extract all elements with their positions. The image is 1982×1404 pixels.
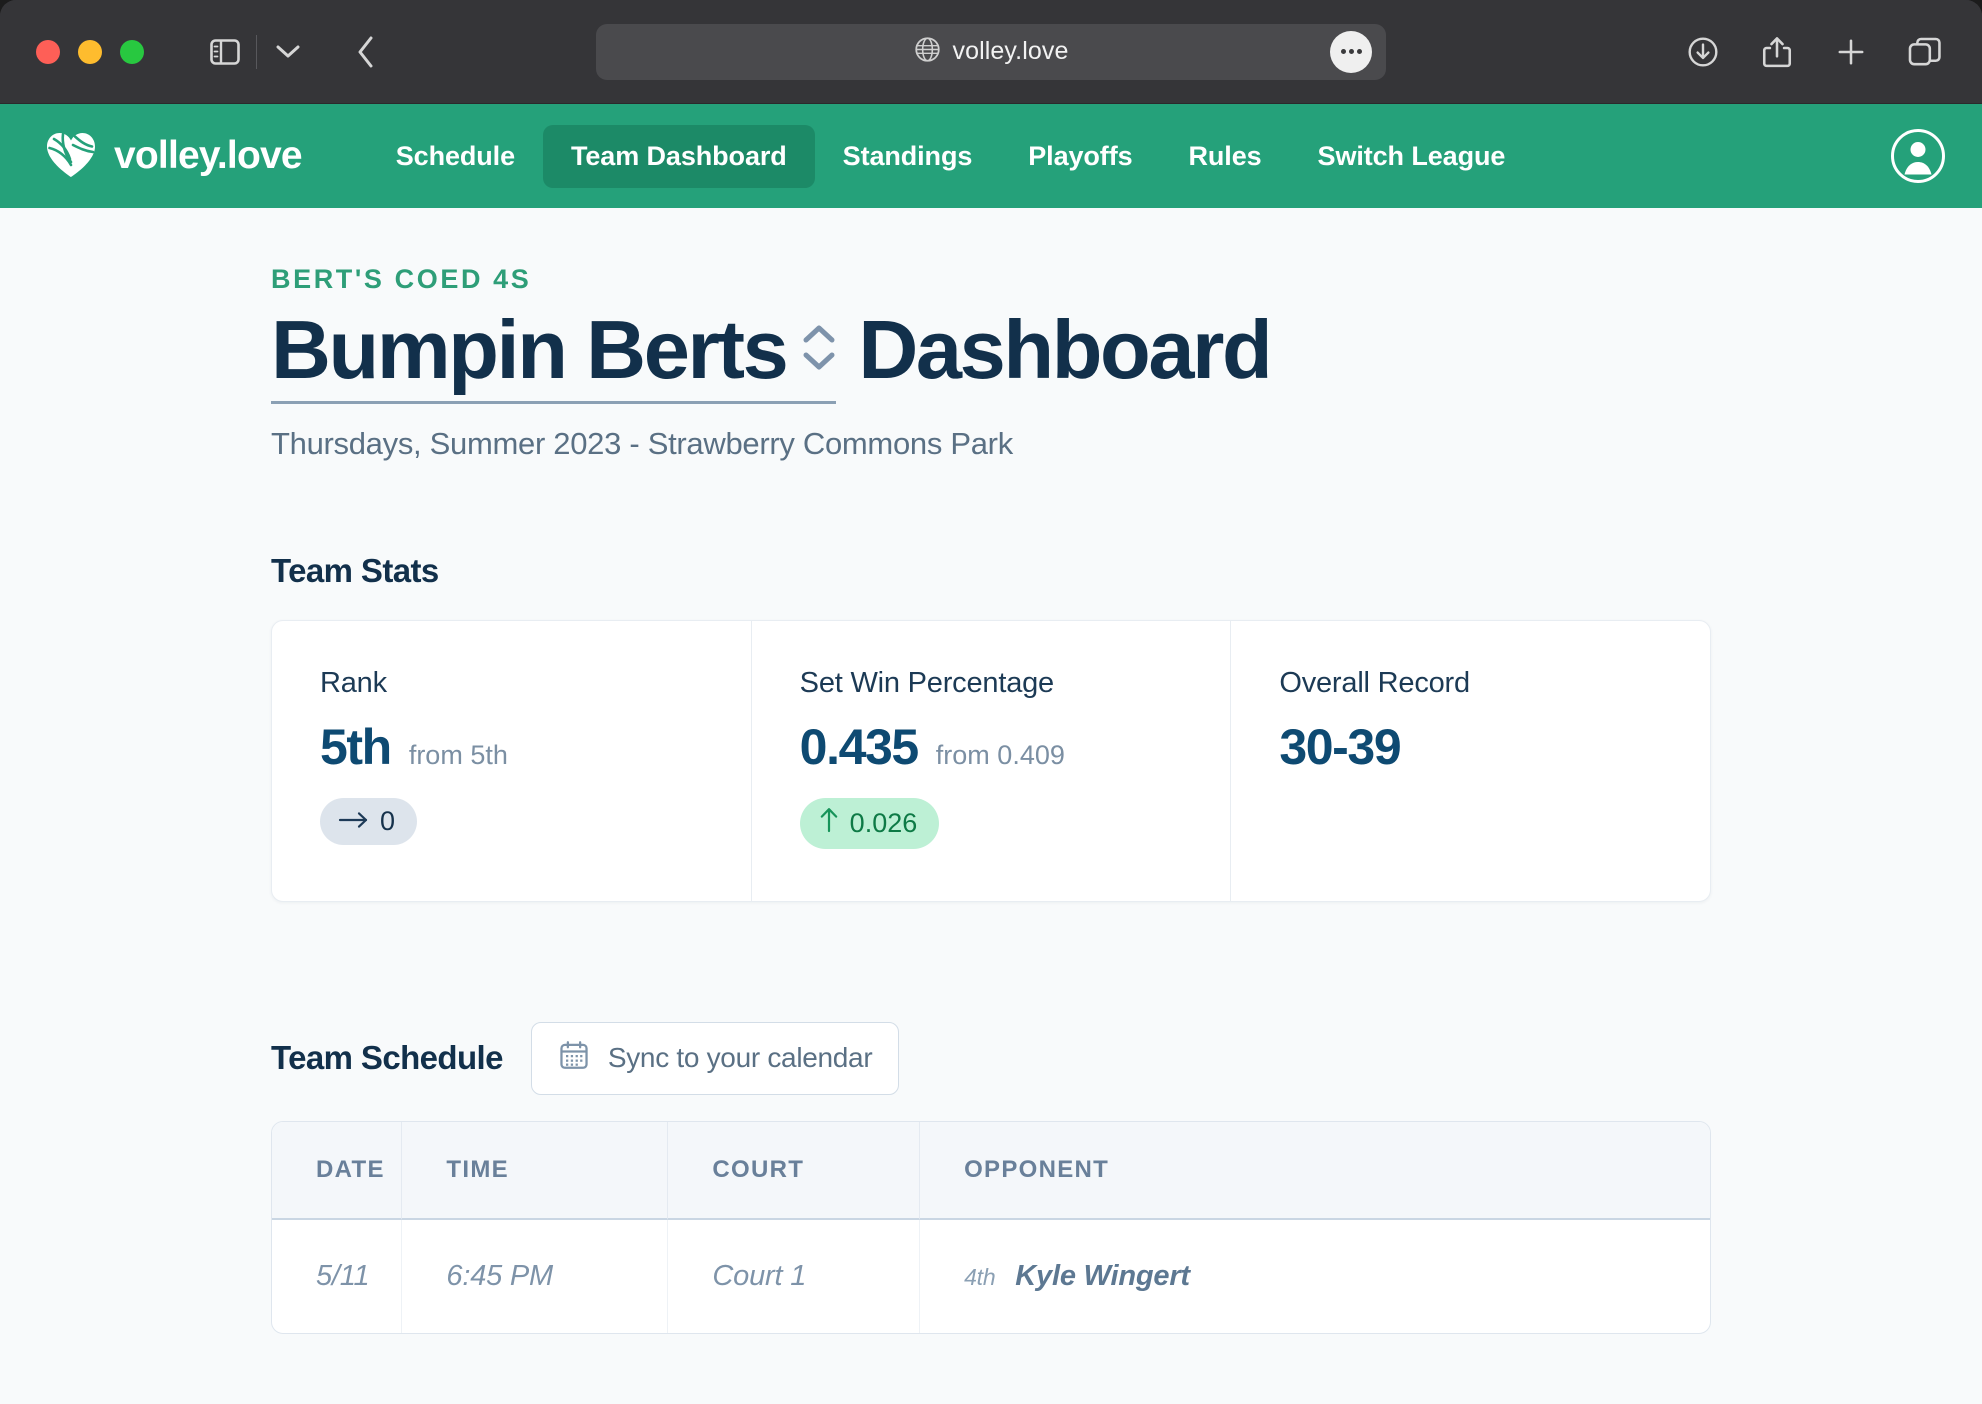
sync-calendar-label: Sync to your calendar xyxy=(608,1042,873,1074)
team-stats-heading: Team Stats xyxy=(271,552,1711,590)
nav-links: Schedule Team Dashboard Standings Playof… xyxy=(368,125,1534,188)
page-content: BERT'S COED 4S Bumpin Berts xyxy=(0,208,1982,1404)
opponent-rank: 4th xyxy=(964,1264,995,1290)
table-row[interactable]: 5/11 6:45 PM Court 1 4th Kyle Wingert xyxy=(272,1220,1710,1333)
cell-time: 6:45 PM xyxy=(401,1220,667,1333)
maximize-window-button[interactable] xyxy=(120,40,144,64)
brand-logo-link[interactable]: volley.love xyxy=(44,129,302,184)
nav-link-playoffs[interactable]: Playoffs xyxy=(1000,125,1160,188)
column-header-court[interactable]: COURT xyxy=(667,1122,919,1220)
toolbar-divider xyxy=(256,35,257,69)
site-navigation-bar: volley.love Schedule Team Dashboard Stan… xyxy=(0,104,1982,208)
status-badge: 0.026 xyxy=(800,798,940,849)
team-schedule-header: Team Schedule xyxy=(271,1022,1711,1095)
cell-court: Court 1 xyxy=(667,1220,919,1333)
chevron-up-down-icon xyxy=(802,324,836,371)
stat-card-set-win-percentage: Set Win Percentage 0.435 from 0.409 xyxy=(751,621,1231,901)
brand-name: volley.love xyxy=(114,134,302,178)
sync-calendar-button[interactable]: Sync to your calendar xyxy=(531,1022,900,1095)
page-title: Bumpin Berts Dashboard xyxy=(271,305,1711,404)
arrow-up-icon xyxy=(818,806,840,841)
stat-value: 0.435 xyxy=(800,718,918,776)
team-schedule-heading: Team Schedule xyxy=(271,1039,503,1077)
back-arrow-icon[interactable] xyxy=(339,25,393,79)
stat-previous: from 0.409 xyxy=(936,740,1065,771)
share-icon[interactable] xyxy=(1750,25,1804,79)
close-window-button[interactable] xyxy=(36,40,60,64)
nav-link-rules[interactable]: Rules xyxy=(1161,125,1290,188)
page-title-suffix: Dashboard xyxy=(858,305,1270,395)
nav-link-switch-league[interactable]: Switch League xyxy=(1290,125,1534,188)
opponent-name: Kyle Wingert xyxy=(1015,1260,1190,1292)
account-avatar-icon[interactable] xyxy=(1890,128,1946,184)
more-options-icon[interactable] xyxy=(1330,31,1372,73)
cell-date: 5/11 xyxy=(272,1220,401,1333)
nav-link-schedule[interactable]: Schedule xyxy=(368,125,543,188)
calendar-icon xyxy=(558,1039,590,1078)
table-header-row: DATE TIME COURT OPPONENT xyxy=(272,1122,1710,1220)
plus-icon[interactable] xyxy=(1824,25,1878,79)
team-selector-label: Bumpin Berts xyxy=(271,305,786,395)
stat-card-overall-record: Overall Record 30-39 xyxy=(1230,621,1710,901)
minimize-window-button[interactable] xyxy=(78,40,102,64)
web-page: volley.love Schedule Team Dashboard Stan… xyxy=(0,104,1982,1404)
stat-value: 30-39 xyxy=(1279,718,1400,776)
column-header-date[interactable]: DATE xyxy=(272,1122,401,1220)
status-badge: 0 xyxy=(320,798,417,845)
table-body: 5/11 6:45 PM Court 1 4th Kyle Wingert xyxy=(272,1220,1710,1333)
stat-card-rank: Rank 5th from 5th xyxy=(272,621,751,901)
stat-label: Set Win Percentage xyxy=(800,667,1183,700)
address-bar[interactable]: volley.love xyxy=(596,24,1386,80)
stat-previous: from 5th xyxy=(409,740,508,771)
chevron-down-icon[interactable] xyxy=(261,25,315,79)
stat-value: 5th xyxy=(320,718,391,776)
badge-value: 0.026 xyxy=(850,808,918,839)
stat-label: Rank xyxy=(320,667,703,700)
tab-overview-icon[interactable] xyxy=(1898,25,1952,79)
address-bar-container: volley.love xyxy=(596,24,1386,80)
arrow-right-icon xyxy=(338,806,370,837)
stat-label: Overall Record xyxy=(1279,667,1662,700)
team-stats-cards: Rank 5th from 5th xyxy=(271,620,1711,902)
cell-opponent: 4th Kyle Wingert xyxy=(919,1220,1710,1333)
nav-link-team-dashboard[interactable]: Team Dashboard xyxy=(543,125,815,188)
column-header-opponent[interactable]: OPPONENT xyxy=(919,1122,1710,1220)
toolbar-right-controls xyxy=(1676,25,1952,79)
team-selector[interactable]: Bumpin Berts xyxy=(271,305,836,404)
sidebar-toggle-icon[interactable] xyxy=(198,25,252,79)
league-eyebrow: BERT'S COED 4S xyxy=(271,264,1711,295)
column-header-time[interactable]: TIME xyxy=(401,1122,667,1220)
browser-window: volley.love xyxy=(0,0,1982,1404)
globe-icon xyxy=(914,36,941,68)
nav-link-standings[interactable]: Standings xyxy=(815,125,1001,188)
address-bar-text: volley.love xyxy=(953,37,1069,66)
toolbar-left-controls xyxy=(198,25,393,79)
table-header: DATE TIME COURT OPPONENT xyxy=(272,1122,1710,1220)
badge-value: 0 xyxy=(380,806,395,837)
league-subtitle: Thursdays, Summer 2023 - Strawberry Comm… xyxy=(271,426,1711,462)
browser-toolbar: volley.love xyxy=(0,0,1982,104)
volleyball-heart-logo-icon xyxy=(44,129,98,184)
team-schedule-table: DATE TIME COURT OPPONENT 5/11 6:45 PM Co… xyxy=(271,1121,1711,1334)
downloads-icon[interactable] xyxy=(1676,25,1730,79)
window-traffic-lights xyxy=(36,40,144,64)
